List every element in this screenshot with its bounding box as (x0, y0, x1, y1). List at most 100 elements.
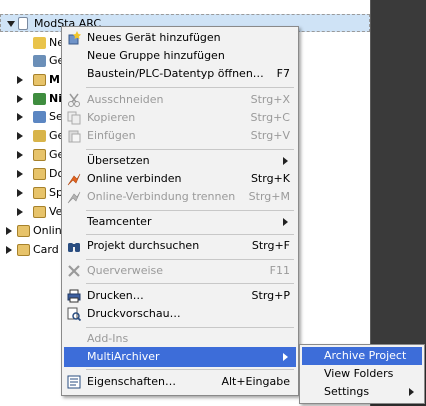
submenu-item-settings[interactable]: Settings (302, 383, 422, 401)
devices-icon (33, 55, 46, 67)
tree-row[interactable]: Card (0, 241, 62, 259)
tree-row-label: M (49, 73, 60, 86)
menu-item-shortcut: Strg+M (248, 190, 290, 203)
tree-row[interactable]: Ve (0, 203, 62, 221)
menu-item-cut[interactable]: Ausschneiden Strg+X (64, 90, 296, 110)
menu-item-cross-references[interactable]: Querverweise F11 (64, 261, 296, 281)
menu-separator (86, 87, 294, 88)
menu-item-label: Druckvorschau… (87, 307, 181, 320)
menu-item-label: Teamcenter (87, 215, 152, 228)
project-icon (18, 17, 28, 30)
submenu-item-label: Archive Project (324, 349, 407, 362)
menu-item-shortcut: Strg+X (250, 93, 290, 106)
add-device-icon (67, 31, 81, 45)
menu-item-shortcut: Alt+Eingabe (221, 375, 290, 388)
card-reader-icon (17, 244, 30, 256)
menu-item-copy[interactable]: Kopieren Strg+C (64, 108, 296, 128)
menu-separator (86, 210, 294, 211)
menu-item-label: Neue Gruppe hinzufügen (87, 49, 225, 62)
versions-folder-icon (33, 206, 46, 218)
menu-item-label: Übersetzen (87, 154, 150, 167)
paste-icon (67, 129, 81, 143)
menu-item-shortcut: Strg+K (250, 172, 290, 185)
context-menu: Neues Gerät hinzufügen Neue Gruppe hinzu… (61, 26, 299, 396)
cross-reference-icon (67, 264, 81, 278)
expand-arrow-icon[interactable] (17, 76, 23, 84)
documentation-folder-icon (33, 168, 46, 180)
expand-arrow-icon[interactable] (17, 189, 23, 197)
menu-item-label: Querverweise (87, 264, 164, 277)
menu-item-shortcut: Strg+C (250, 111, 290, 124)
submenu-item-label: Settings (324, 385, 370, 398)
expand-arrow-icon[interactable] (17, 151, 23, 159)
security-icon (33, 111, 46, 123)
add-device-icon (33, 37, 46, 49)
menu-item-translate[interactable]: Übersetzen (64, 151, 296, 171)
expand-arrow-icon[interactable] (17, 95, 23, 103)
expand-arrow-icon[interactable] (6, 246, 12, 254)
menu-item-multiarchiver[interactable]: MultiArchiver (64, 347, 296, 367)
menu-separator (86, 327, 294, 328)
menu-item-label: Kopieren (87, 111, 136, 124)
menu-item-label: Projekt durchsuchen (87, 239, 200, 252)
submenu-arrow-icon (283, 218, 288, 226)
printer-icon (67, 289, 81, 303)
menu-item-add-group[interactable]: Neue Gruppe hinzufügen (64, 46, 296, 66)
tree-row[interactable]: Ni (0, 90, 62, 108)
online-access-icon (17, 225, 30, 237)
copy-icon (67, 111, 81, 125)
expand-arrow-icon[interactable] (6, 227, 12, 235)
expand-arrow-icon[interactable] (17, 132, 23, 140)
tree-row[interactable]: Sp (0, 184, 63, 202)
menu-item-shortcut: Strg+F (251, 239, 290, 252)
menu-item-label: Ausschneiden (87, 93, 164, 106)
tree-row-label: Card (33, 243, 59, 256)
expand-arrow-icon[interactable] (17, 208, 23, 216)
tree-row[interactable]: Onlin (0, 222, 62, 240)
properties-icon (67, 375, 81, 389)
menu-item-shortcut: F7 (276, 67, 290, 80)
expand-arrow-icon[interactable] (7, 21, 15, 27)
go-online-icon (67, 172, 81, 186)
menu-item-go-offline[interactable]: Online-Verbindung trennen Strg+M (64, 187, 296, 207)
menu-item-label: Drucken… (87, 289, 144, 302)
menu-separator (86, 149, 294, 150)
menu-item-label: Online verbinden (87, 172, 182, 185)
multiarchiver-submenu: Archive Project View Folders Settings (299, 344, 425, 404)
submenu-arrow-icon (283, 353, 288, 361)
submenu-arrow-icon (409, 388, 414, 396)
menu-item-properties[interactable]: Eigenschaften… Alt+Eingabe (64, 372, 296, 392)
menu-item-label: Add-Ins (87, 332, 129, 345)
menu-item-label: Einfügen (87, 129, 136, 142)
tree-row[interactable]: Se (0, 108, 63, 126)
expand-arrow-icon[interactable] (17, 113, 23, 121)
tree-row[interactable]: M (0, 71, 62, 89)
expand-arrow-icon[interactable] (17, 170, 23, 178)
menu-item-add-device[interactable]: Neues Gerät hinzufügen (64, 28, 296, 48)
shared-data-icon (33, 130, 46, 142)
plc-folder-icon (33, 74, 46, 86)
menu-item-teamcenter[interactable]: Teamcenter (64, 212, 296, 232)
binoculars-icon (67, 239, 81, 253)
menu-item-add-ins: Add-Ins (64, 329, 296, 349)
tree-row[interactable]: Ge (0, 52, 64, 70)
menu-item-search-project[interactable]: Projekt durchsuchen Strg+F (64, 236, 296, 256)
menu-item-label: MultiArchiver (87, 350, 160, 363)
menu-item-paste[interactable]: Einfügen Strg+V (64, 126, 296, 146)
menu-item-print-preview[interactable]: Druckvorschau… (64, 304, 296, 324)
menu-item-shortcut: Strg+P (251, 289, 290, 302)
tree-row[interactable]: Ge (0, 127, 64, 145)
tree-row[interactable]: Ge (0, 146, 64, 164)
submenu-arrow-icon (283, 157, 288, 165)
menu-item-go-online[interactable]: Online verbinden Strg+K (64, 169, 296, 189)
languages-folder-icon (33, 187, 46, 199)
menu-separator (86, 259, 294, 260)
menu-separator (86, 283, 294, 284)
tree-row[interactable]: Do (0, 165, 64, 183)
menu-item-print[interactable]: Drucken… Strg+P (64, 286, 296, 306)
submenu-item-view-folders[interactable]: View Folders (302, 365, 422, 383)
submenu-item-archive-project[interactable]: Archive Project (302, 347, 422, 365)
tree-row-label: Onlin (33, 224, 62, 237)
menu-item-open-block[interactable]: Baustein/PLC-Datentyp öffnen… F7 (64, 64, 296, 84)
tree-row[interactable]: Ne (0, 34, 64, 52)
